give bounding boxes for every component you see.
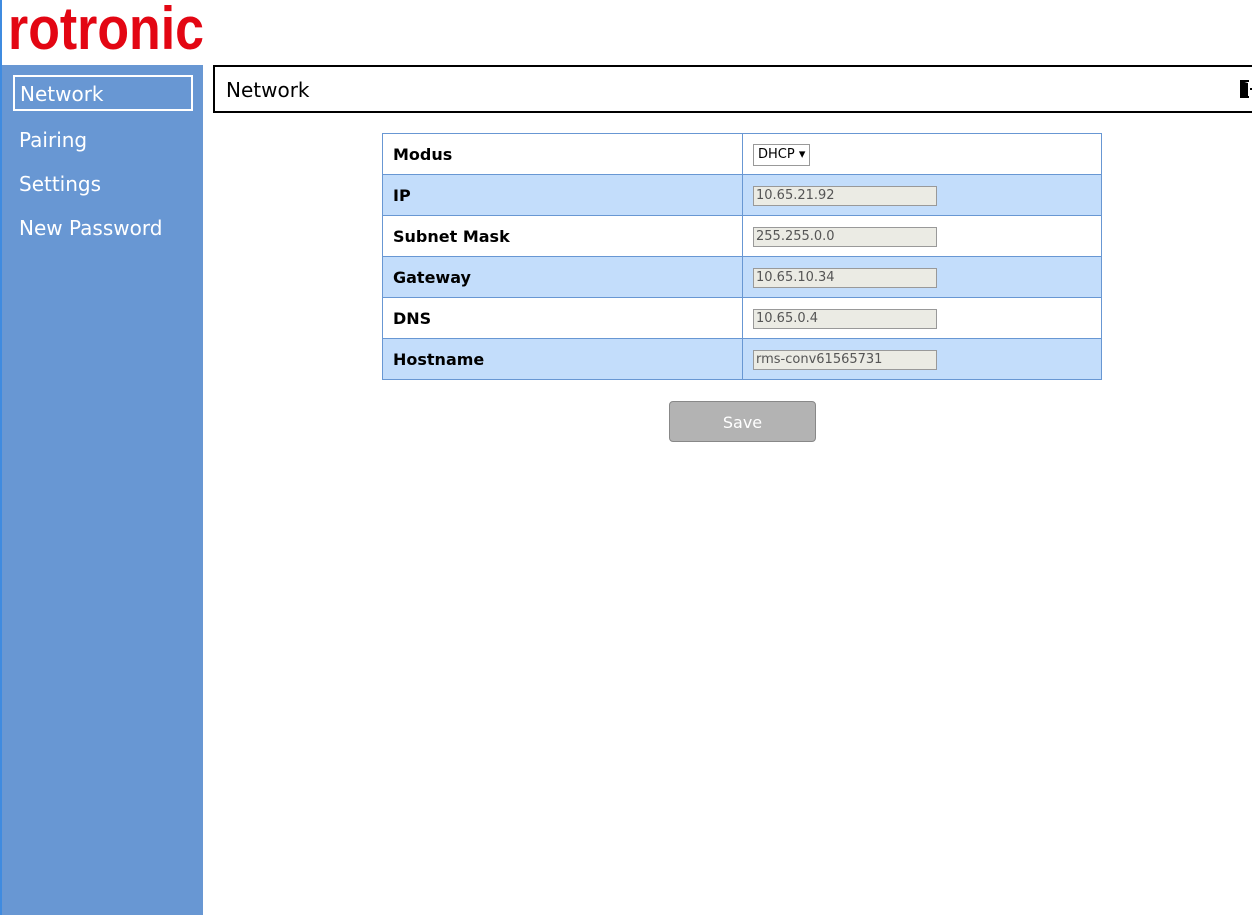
save-button[interactable]: Save bbox=[669, 401, 816, 442]
table-row: Modus DHCP ▾ bbox=[382, 133, 1102, 175]
table-row: DNS 10.65.0.4 bbox=[382, 297, 1102, 339]
sidebar: Network Pairing Settings New Password bbox=[2, 65, 203, 915]
dns-label: DNS bbox=[382, 297, 743, 339]
network-form-table: Modus DHCP ▾ IP 10.65.21.92 Subnet Mask … bbox=[382, 133, 1102, 380]
dns-field[interactable]: 10.65.0.4 bbox=[753, 309, 937, 329]
page-header: Network bbox=[213, 65, 1252, 113]
sidebar-item-pairing[interactable]: Pairing bbox=[13, 123, 193, 159]
hostname-label: Hostname bbox=[382, 338, 743, 380]
table-row: Subnet Mask 255.255.0.0 bbox=[382, 215, 1102, 257]
gateway-field[interactable]: 10.65.10.34 bbox=[753, 268, 937, 288]
subnet-mask-field[interactable]: 255.255.0.0 bbox=[753, 227, 937, 247]
modus-select[interactable]: DHCP ▾ bbox=[753, 143, 811, 166]
sidebar-item-new-password[interactable]: New Password bbox=[13, 211, 193, 247]
sidebar-item-settings[interactable]: Settings bbox=[13, 167, 193, 203]
subnet-mask-label: Subnet Mask bbox=[382, 215, 743, 257]
table-row: Gateway 10.65.10.34 bbox=[382, 256, 1102, 298]
logout-door-icon[interactable] bbox=[1240, 80, 1252, 98]
page-title: Network bbox=[226, 78, 310, 102]
svg-text:rotronic: rotronic bbox=[8, 0, 204, 56]
gateway-label: Gateway bbox=[382, 256, 743, 298]
table-row: Hostname rms-conv61565731 bbox=[382, 338, 1102, 380]
rotronic-logo: rotronic bbox=[8, 0, 204, 56]
ip-label: IP bbox=[382, 174, 743, 216]
ip-field[interactable]: 10.65.21.92 bbox=[753, 186, 937, 206]
sidebar-item-network[interactable]: Network bbox=[13, 75, 193, 111]
hostname-field[interactable]: rms-conv61565731 bbox=[753, 350, 937, 370]
table-row: IP 10.65.21.92 bbox=[382, 174, 1102, 216]
dropdown-arrow-icon: ▾ bbox=[798, 146, 806, 162]
modus-label: Modus bbox=[382, 133, 743, 175]
